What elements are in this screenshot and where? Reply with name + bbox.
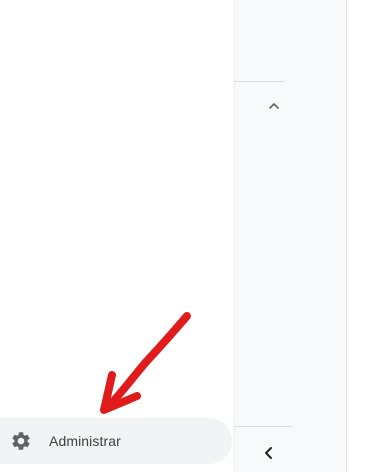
- back-button[interactable]: [257, 441, 281, 465]
- chevron-up-icon: [269, 103, 279, 109]
- navigation-drawer: [0, 0, 234, 472]
- manage-menu-item[interactable]: Administrar: [0, 418, 232, 464]
- panel-edge: [234, 0, 235, 472]
- section-divider: [234, 81, 284, 82]
- chevron-left-icon: [265, 447, 272, 459]
- footer-divider: [234, 426, 292, 427]
- collapse-section-button[interactable]: [262, 94, 286, 118]
- side-panel: [234, 0, 346, 472]
- right-scroll-region: [346, 0, 369, 472]
- manage-label: Administrar: [49, 433, 121, 449]
- gear-icon: [10, 430, 32, 452]
